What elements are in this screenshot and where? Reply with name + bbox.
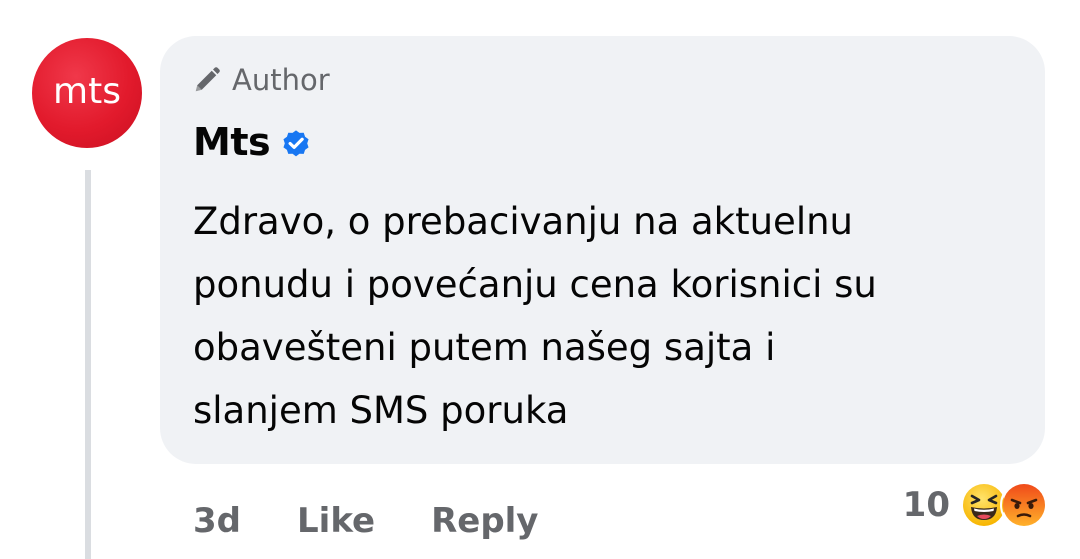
reaction-count: 10 [902,485,950,525]
message-line: Zdravo, o prebacivanju na aktuelnu [193,200,854,243]
author-badge: Author [192,60,330,100]
author-name[interactable]: Mts [193,120,271,164]
author-label: Author [232,63,330,97]
reaction-summary[interactable]: 10 [902,481,1048,529]
avatar[interactable]: mts [32,38,142,148]
avatar-logo-text: mts [53,70,121,112]
author-name-row: Mts [193,116,312,168]
message-line: ponudu i povećanju cena korisnici su [193,263,877,306]
comment-timestamp[interactable]: 3d [193,501,241,541]
reply-button[interactable]: Reply [431,501,538,541]
comment-message: Zdravo, o prebacivanju na aktuelnu ponud… [193,190,1023,442]
like-button[interactable]: Like [297,501,375,541]
thread-line [85,170,91,559]
comment-actions: 3d Like Reply [193,496,538,546]
comment-screen: mts Author Mts Zdravo, o prebacivanju na… [0,0,1080,559]
message-line: obavešteni putem našeg sajta i [193,326,776,369]
verified-badge-icon [280,127,312,159]
message-line: slanjem SMS poruka [193,389,569,432]
pencil-icon [192,65,222,95]
angry-emoji-icon [1000,481,1048,529]
